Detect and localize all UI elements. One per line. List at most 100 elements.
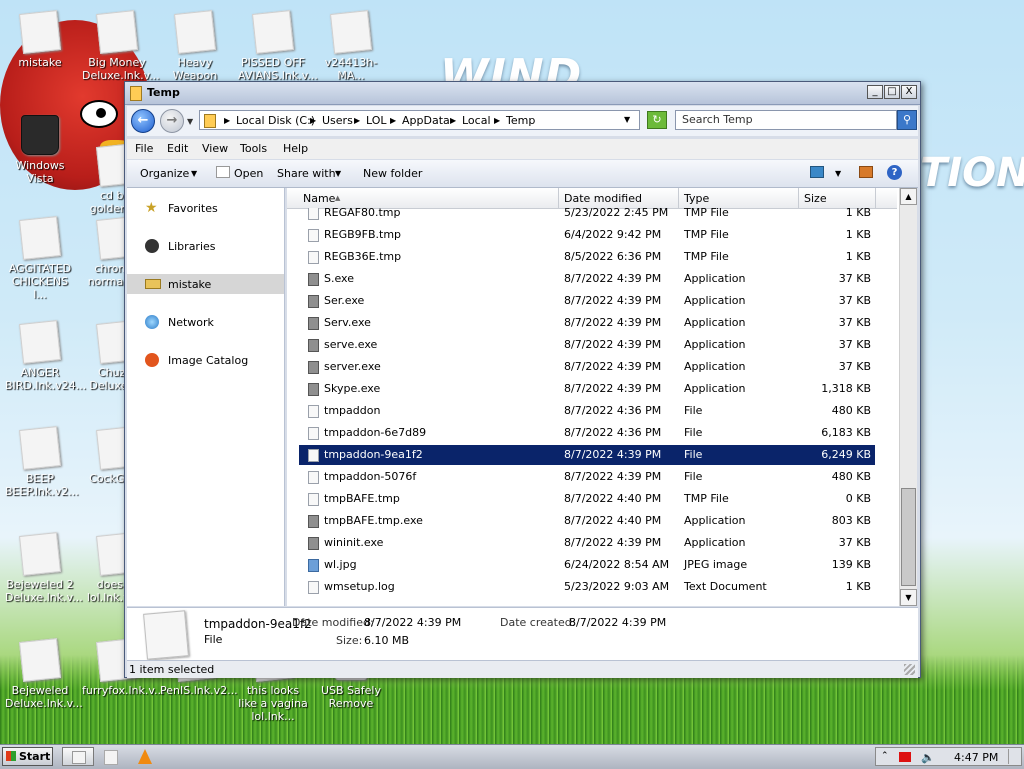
table-row[interactable]: Skype.exe 8/7/2022 4:39 PM Application 1,31… [299, 379, 875, 399]
scroll-thumb[interactable] [901, 488, 916, 586]
address-dropdown-icon[interactable]: ▼ [624, 115, 630, 124]
table-row[interactable]: REGAF80.tmp 5/23/2022 2:45 PM TMP File 1 KB [299, 208, 875, 223]
recent-pages-chevron-icon[interactable]: ▼ [187, 117, 193, 126]
table-row[interactable]: tmpaddon-6e7d89 8/7/2022 4:36 PM File 6,183… [299, 423, 875, 443]
table-row[interactable]: Ser.exe 8/7/2022 4:39 PM Application 37 KB [299, 291, 875, 311]
table-row[interactable]: serve.exe 8/7/2022 4:39 PM Application 37 K… [299, 335, 875, 355]
nav-mistake[interactable]: mistake [127, 274, 284, 294]
breadcrumb-item[interactable]: Users [322, 114, 353, 127]
search-icon[interactable]: ⚲ [897, 110, 917, 130]
column-separator[interactable] [678, 188, 679, 208]
table-row[interactable]: wmsetup.log 5/23/2022 9:03 AM Text Documen… [299, 577, 875, 597]
desktop-icon[interactable]: mistake [5, 10, 75, 69]
menu-tools[interactable]: Tools [240, 142, 267, 155]
new-folder-button[interactable]: New folder [363, 167, 422, 180]
column-separator[interactable] [558, 188, 559, 208]
table-row[interactable]: Serv.exe 8/7/2022 4:39 PM Application 37 KB [299, 313, 875, 333]
table-row[interactable]: tmpaddon-9ea1f2 8/7/2022 4:39 PM File 6,249… [299, 445, 875, 465]
user-folder-icon [19, 10, 61, 54]
back-button[interactable]: ← [131, 109, 155, 133]
table-row[interactable]: wininit.exe 8/7/2022 4:39 PM Application 37… [299, 533, 875, 553]
address-box[interactable]: Local Disk (C:) ▶ Users ▶ LOL ▶ AppData ▶ Local ▶… [199, 110, 640, 130]
scroll-down-button[interactable]: ▼ [900, 589, 917, 606]
desktop-icon[interactable]: ANGER BIRD.lnk.v24... [5, 320, 86, 392]
resize-grip-icon[interactable] [904, 664, 915, 675]
show-desktop-button[interactable] [1008, 749, 1009, 764]
file-size: 1 KB [845, 208, 871, 219]
table-row[interactable]: tmpBAFE.tmp.exe 8/7/2022 4:40 PM Applicati… [299, 511, 875, 531]
start-button[interactable]: Start [2, 747, 53, 766]
table-row[interactable]: server.exe 8/7/2022 4:39 PM Application 37 … [299, 357, 875, 377]
table-row[interactable]: S.exe 8/7/2022 4:39 PM Application 37 KB [299, 269, 875, 289]
breadcrumb-arrow-icon[interactable]: ▶ [390, 116, 396, 125]
menu-help[interactable]: Help [283, 142, 308, 155]
column-type[interactable]: Type [684, 192, 709, 205]
breadcrumb-arrow-icon[interactable]: ▶ [224, 116, 230, 125]
column-separator[interactable] [798, 188, 799, 208]
breadcrumb-item[interactable]: Local Disk (C:) [236, 114, 315, 127]
breadcrumb-item[interactable]: LOL [366, 114, 387, 127]
menu-edit[interactable]: Edit [167, 142, 188, 155]
file-size: 37 KB [838, 272, 871, 285]
file-size: 37 KB [838, 338, 871, 351]
volume-icon[interactable]: 🔈 [921, 751, 935, 764]
breadcrumb-item[interactable]: AppData [402, 114, 450, 127]
column-size[interactable]: Size [804, 192, 827, 205]
breadcrumb-arrow-icon[interactable]: ▶ [310, 116, 316, 125]
nav-network[interactable]: Network [127, 312, 284, 332]
table-row[interactable]: tmpaddon 8/7/2022 4:36 PM File 480 KB [299, 401, 875, 421]
open-button[interactable]: Open [234, 167, 263, 180]
desktop-icon[interactable]: Big Money Deluxe.lnk.v... [82, 10, 160, 82]
forward-button[interactable]: → [160, 109, 184, 133]
table-row[interactable]: tmpaddon-5076f 8/7/2022 4:39 PM File 480 KB [299, 467, 875, 487]
nav-favorites[interactable]: ★ Favorites [127, 198, 284, 218]
column-date-modified[interactable]: Date modified [564, 192, 642, 205]
share-with-button[interactable]: Share with [277, 167, 336, 180]
desktop-icon[interactable]: Bejeweled Deluxe.lnk.v... [5, 638, 83, 710]
nav-libraries[interactable]: Libraries [127, 236, 284, 256]
quicklaunch-doc-icon[interactable] [104, 750, 118, 765]
breadcrumb-arrow-icon[interactable]: ▶ [494, 116, 500, 125]
desktop-icon[interactable]: v24413h-MA... [316, 10, 386, 82]
views-icon[interactable] [810, 166, 824, 178]
maximize-button[interactable]: □ [884, 85, 900, 99]
breadcrumb-arrow-icon[interactable]: ▶ [354, 116, 360, 125]
breadcrumb-item[interactable]: Local [462, 114, 491, 127]
close-button[interactable]: X [901, 85, 917, 99]
help-icon[interactable]: ? [887, 165, 902, 180]
table-row[interactable]: REGB36E.tmp 8/5/2022 6:36 PM TMP File 1 KB [299, 247, 875, 267]
table-row[interactable]: wl.jpg 6/24/2022 8:54 AM JPEG image 139 KB [299, 555, 875, 575]
desktop-icon[interactable]: PISSED OFF AVIANS.lnk.v... [238, 10, 318, 82]
search-input[interactable]: Search Temp [675, 110, 897, 130]
shortcut-file-icon [96, 10, 138, 54]
minimize-button[interactable]: _ [867, 85, 883, 99]
table-row[interactable]: tmpBAFE.tmp 8/7/2022 4:40 PM TMP File 0 KB [299, 489, 875, 509]
views-chevron-icon[interactable]: ▼ [835, 169, 841, 178]
breadcrumb-item[interactable]: Temp [506, 114, 535, 127]
menu-file[interactable]: File [135, 142, 153, 155]
tray-alert-icon[interactable] [899, 752, 911, 762]
clock[interactable]: 4:47 PM [954, 751, 998, 764]
desktop-icon[interactable]: Windows Vista [5, 115, 75, 185]
taskbar-explorer-button[interactable] [62, 747, 94, 766]
desktop-icon[interactable]: AGGITATED CHICKENS l... [5, 216, 75, 301]
refresh-button[interactable]: ↻ [647, 111, 667, 129]
desktop-icon-label: Bejeweled 2 Deluxe.lnk.v... [5, 578, 83, 604]
desktop-icon[interactable]: BEEP BEEP.lnk.v2... [5, 426, 79, 498]
vlc-icon[interactable] [138, 749, 152, 764]
file-name: tmpaddon-6e7d89 [324, 426, 427, 439]
file-preview-icon [143, 610, 189, 660]
title-bar[interactable]: Temp _ □ X [125, 82, 920, 105]
column-separator[interactable] [875, 188, 876, 208]
table-row[interactable]: REGB9FB.tmp 6/4/2022 9:42 PM TMP File 1 KB [299, 225, 875, 245]
preview-pane-icon[interactable] [859, 166, 873, 178]
tray-expand-icon[interactable]: ⌃ [881, 751, 889, 761]
menu-view[interactable]: View [202, 142, 228, 155]
breadcrumb-arrow-icon[interactable]: ▶ [450, 116, 456, 125]
nav-image-catalog[interactable]: Image Catalog [127, 350, 284, 370]
scroll-up-button[interactable]: ▲ [900, 188, 917, 205]
vertical-scrollbar[interactable]: ▲ ▼ [899, 188, 917, 606]
desktop-icon[interactable]: Bejeweled 2 Deluxe.lnk.v... [5, 532, 83, 604]
column-name[interactable]: Name [303, 192, 335, 205]
organize-button[interactable]: Organize [140, 167, 189, 180]
